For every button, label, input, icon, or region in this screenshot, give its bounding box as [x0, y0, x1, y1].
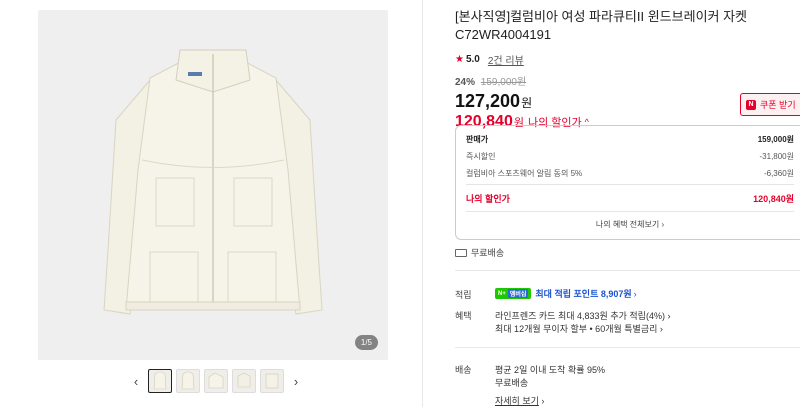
section-divider	[455, 347, 800, 348]
chevron-right-icon: ›	[541, 396, 545, 406]
chevron-right-icon: ›	[667, 311, 671, 321]
original-price-row: 24% 159,000원	[455, 73, 800, 88]
points-row[interactable]: N+ 멤버십 최대 적립 포인트 8,907원 ›	[495, 287, 637, 300]
row-value: 120,840원	[753, 194, 794, 204]
divider	[466, 184, 794, 185]
price-row-total: 나의 할인가 120,840원	[466, 192, 794, 205]
image-page-indicator: 1/5	[354, 335, 378, 350]
shipping-details-link[interactable]: 자세히 보기 ›	[495, 394, 544, 407]
thumbnail-5[interactable]	[260, 369, 284, 393]
thumbnail-1[interactable]	[148, 369, 172, 393]
shipping-label: 배송	[455, 365, 472, 375]
benefit-card-line[interactable]: 라인프렌즈 카드 최대 4,833원 추가 적립(4%) ›	[495, 309, 670, 322]
sale-price-unit: 원	[521, 96, 533, 110]
price-row-notice-discount: 컬럼비아 스포츠웨어 알림 동의 5% -6,360원	[466, 168, 794, 179]
row-value: 159,000원	[757, 135, 794, 144]
thumbnail-strip: ‹ ›	[128, 369, 304, 393]
chevron-right-icon[interactable]: ›	[288, 369, 304, 393]
thumbnail-4[interactable]	[232, 369, 256, 393]
thumbnail-2[interactable]	[176, 369, 200, 393]
points-label: 적립	[455, 290, 472, 300]
reviews-link[interactable]: 2건 리뷰	[488, 52, 524, 67]
jacket-thumb-icon	[265, 373, 279, 389]
shipping-free-text: 무료배송	[495, 378, 529, 388]
jacket-thumb-icon	[237, 372, 251, 388]
chevron-left-icon[interactable]: ‹	[128, 369, 144, 393]
benefits-label: 혜택	[455, 311, 472, 321]
original-price: 159,000원	[480, 77, 527, 88]
shipping-arrival-text: 평균 2일 이내 도착 확률 95%	[495, 365, 606, 375]
column-divider	[422, 0, 423, 407]
row-value: -31,800원	[759, 152, 795, 161]
discount-rate: 24%	[455, 77, 476, 88]
section-divider	[455, 270, 800, 271]
chevron-right-icon: ›	[659, 324, 663, 334]
jacket-image	[38, 10, 388, 360]
product-page: 1/5 ‹ › [본사직영]컬럼비아 여성 파라큐티II 윈드브레이커 자켓 C…	[0, 0, 800, 407]
coupon-label: 쿠폰 받기	[760, 100, 796, 110]
max-points-text: 최대 적립 포인트 8,907원	[535, 289, 632, 299]
row-label: 컬럼비아 스포츠웨어 알림 동의 5%	[466, 169, 583, 178]
main-product-image[interactable]: 1/5	[38, 10, 388, 360]
coupon-icon: N	[746, 99, 756, 110]
price-row-sale: 판매가 159,000원	[466, 134, 794, 145]
row-label: 나의 할인가	[466, 194, 510, 204]
delivery-row: 무료배송	[455, 246, 504, 259]
row-label: 즉시할인	[466, 152, 496, 161]
rating-row: ★ 5.0 2건 리뷰	[455, 52, 800, 67]
chevron-right-icon: ›	[661, 220, 665, 229]
price-breakdown-box: 판매가 159,000원 즉시할인 -31,800원 컬럼비아 스포츠웨어 알림…	[455, 125, 800, 240]
delivery-label: 무료배송	[471, 248, 505, 258]
view-all-benefits-link[interactable]: 나의 혜택 전체보기 ›	[456, 219, 800, 230]
rating-score: 5.0	[465, 54, 480, 65]
divider	[466, 211, 794, 212]
jacket-thumb-icon	[208, 372, 224, 389]
npay-badge-icon: N+ 멤버십	[495, 288, 532, 299]
truck-icon	[455, 248, 467, 257]
jacket-thumb-icon	[181, 371, 195, 390]
jacket-thumb-icon	[153, 371, 167, 390]
row-value: -6,360원	[763, 169, 794, 178]
chevron-right-icon: ›	[633, 288, 637, 299]
product-title: [본사직영]컬럼비아 여성 파라큐티II 윈드브레이커 자켓 C72WR4004…	[455, 9, 748, 42]
benefit-installment-line[interactable]: 최대 12개월 무이자 할부 • 60개월 특별금리 ›	[495, 322, 663, 335]
star-icon: ★	[455, 54, 464, 65]
coupon-button[interactable]: N 쿠폰 받기	[740, 93, 800, 116]
row-label: 판매가	[466, 135, 489, 144]
sale-price: 127,200	[455, 91, 521, 111]
price-row-instant-discount: 즉시할인 -31,800원	[466, 151, 794, 162]
thumbnail-3[interactable]	[204, 369, 228, 393]
